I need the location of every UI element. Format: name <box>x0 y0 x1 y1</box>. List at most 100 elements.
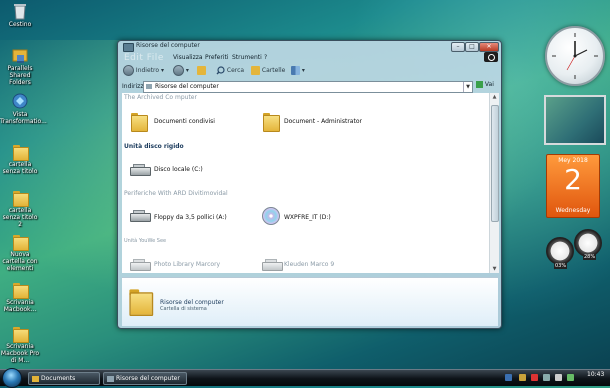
windows-logo-button[interactable] <box>484 52 498 62</box>
computer-icon <box>107 375 114 382</box>
desktop-icon-label: cartella senza titolo <box>2 161 38 175</box>
folder-icon <box>11 280 29 299</box>
recycle-bin-icon <box>11 2 29 20</box>
up-folder-button[interactable] <box>197 65 206 76</box>
scroll-up-arrow[interactable]: ▲ <box>490 93 499 101</box>
taskbar-button-label: Risorse del computer <box>116 375 180 382</box>
menu-preferiti[interactable]: Preferiti <box>205 54 229 61</box>
desktop-icon-new-folder[interactable]: Nuova cartella con elementi <box>0 232 40 272</box>
back-label: Indietro <box>135 67 160 74</box>
up-folder-icon <box>197 66 206 75</box>
folder-icon <box>11 324 29 343</box>
taskbar-button-label: Documents <box>41 375 76 382</box>
ram-value: 28% <box>583 254 597 260</box>
group-header-network: Unità YouWe See <box>124 238 167 244</box>
search-label: Cerca <box>226 67 245 74</box>
explorer-window: Risorse del computer – □ ✕ Edit File Vis… <box>117 40 502 329</box>
address-dropdown-button[interactable]: ▼ <box>463 82 472 92</box>
cpu-gauge-icon <box>546 237 574 265</box>
calendar-weekday: Wednesday <box>555 207 591 214</box>
desktop-icon-vista-transformation[interactable]: Vista Transformatio... <box>0 92 47 125</box>
taskbar-button-computer[interactable]: Risorse del computer <box>103 372 187 385</box>
item-kleuden[interactable]: Kleuden Marco 9 <box>284 261 334 268</box>
back-button[interactable]: Indietro ▾ <box>123 65 164 76</box>
group-header-stored-files: The Archived Co mputer <box>124 94 197 101</box>
desktop-icon-label: Parallels Shared Folders <box>7 65 33 86</box>
forward-button[interactable]: ▾ <box>173 65 189 76</box>
menu-strumenti[interactable]: Strumenti <box>232 54 262 61</box>
search-icon <box>216 66 225 75</box>
minimize-button[interactable]: – <box>451 42 465 52</box>
calendar-gadget[interactable]: Mey 2018 2 Wednesday <box>546 154 600 218</box>
desktop-icon-recycle-bin[interactable]: Cestino <box>0 2 40 28</box>
back-arrow-icon <box>123 65 134 76</box>
search-button[interactable]: Cerca <box>216 65 244 76</box>
desktop-icon-label: Cestino <box>8 21 32 28</box>
item-shared-documents[interactable]: Documenti condivisi <box>154 118 215 125</box>
views-button[interactable]: ▾ <box>291 65 305 76</box>
address-field[interactable]: Risorse del computer ▼ <box>143 81 473 93</box>
volume-icon[interactable] <box>555 374 562 381</box>
desktop-icon-folder-untitled[interactable]: cartella senza titolo <box>0 142 40 175</box>
desktop-icon-scrivania-macbook[interactable]: Scrivania Macbook... <box>0 280 40 313</box>
clock-face-icon <box>552 33 598 79</box>
close-button[interactable]: ✕ <box>479 42 499 52</box>
computer-icon <box>123 43 134 52</box>
group-header-hard-disks: Unità disco rigido <box>124 143 184 150</box>
desktop-icon-label: Scrivania Macbook Pro di M... <box>0 343 40 364</box>
parallels-icon[interactable] <box>567 374 574 381</box>
cpu-meter-gadget[interactable]: 03% 28% <box>546 227 606 269</box>
folder-icon <box>128 288 164 324</box>
taskbar-button-documents[interactable]: Documents <box>28 372 100 385</box>
toolbar: Indietro ▾ ▾ Cerca Cartelle ▾ <box>121 64 499 78</box>
desktop-icon-folder-untitled-2[interactable]: cartella senza titolo 2 <box>0 188 40 228</box>
go-button[interactable]: Vai <box>476 81 494 88</box>
network-icon[interactable] <box>543 374 550 381</box>
details-pane: Risorse del computer Cartella di sistema <box>122 277 498 326</box>
folders-button[interactable]: Cartelle <box>251 65 285 76</box>
shield-icon[interactable] <box>519 374 526 381</box>
folder-icon <box>11 188 29 207</box>
security-alert-icon[interactable] <box>531 374 538 381</box>
cpu-value: 03% <box>554 263 568 269</box>
desktop-icon-label: Scrivania Macbook... <box>3 299 37 313</box>
item-cd-drive[interactable]: WXPFRE_IT (D:) <box>284 214 331 221</box>
item-photo-library[interactable]: Photo Library Marcory <box>154 261 220 268</box>
folders-label: Cartelle <box>261 67 286 74</box>
scroll-thumb[interactable] <box>491 105 499 222</box>
address-bar: Indirizzo Risorse del computer ▼ Vai <box>121 81 498 93</box>
item-floppy-drive[interactable]: Floppy da 3,5 pollici (A:) <box>154 214 227 221</box>
vertical-scrollbar[interactable]: ▲ ▼ <box>489 93 499 273</box>
window-titlebar[interactable]: Risorse del computer – □ ✕ <box>118 41 501 53</box>
menu-help[interactable]: ? <box>264 54 267 61</box>
calendar-day: 2 <box>564 163 582 196</box>
ram-gauge-icon <box>574 229 602 257</box>
taskbar: Documents Risorse del computer 10:43 <box>0 368 610 388</box>
folder-icon <box>11 232 29 251</box>
item-local-disk[interactable]: Disco locale (C:) <box>154 166 203 173</box>
clock-time[interactable]: 10:43 <box>587 371 604 378</box>
desktop-icon-label: Vista Transformatio... <box>0 111 47 125</box>
maximize-button[interactable]: □ <box>465 42 479 52</box>
network-folder-icon <box>11 46 29 64</box>
details-title: Risorse del computer <box>160 299 224 306</box>
desktop-icon-label: Nuova cartella con elementi <box>2 251 38 272</box>
menu-visualizza[interactable]: Visualizza <box>173 54 203 61</box>
desktop-icon-parallels-shared[interactable]: Parallels Shared Folders <box>0 46 40 86</box>
scroll-down-arrow[interactable]: ▼ <box>490 265 499 273</box>
folders-icon <box>251 66 260 75</box>
folder-icon <box>11 142 29 161</box>
clock-gadget[interactable] <box>545 26 605 86</box>
go-label: Vai <box>484 81 494 88</box>
address-value: Risorse del computer <box>155 83 219 90</box>
language-icon[interactable] <box>505 374 512 381</box>
file-list-pane: The Archived Co mputer Documenti condivi… <box>122 93 489 273</box>
views-icon <box>291 66 300 75</box>
item-admin-documents[interactable]: Document - Administrator <box>284 118 362 125</box>
forward-arrow-icon <box>173 65 184 76</box>
group-header-removable: Periferiche With ARD Divitimovidal <box>124 190 228 197</box>
desktop-icon-scrivania-macbook-pro[interactable]: Scrivania Macbook Pro di M... <box>0 324 40 364</box>
folder-icon <box>32 375 39 382</box>
start-button[interactable] <box>2 368 22 388</box>
slideshow-gadget[interactable] <box>544 95 606 145</box>
